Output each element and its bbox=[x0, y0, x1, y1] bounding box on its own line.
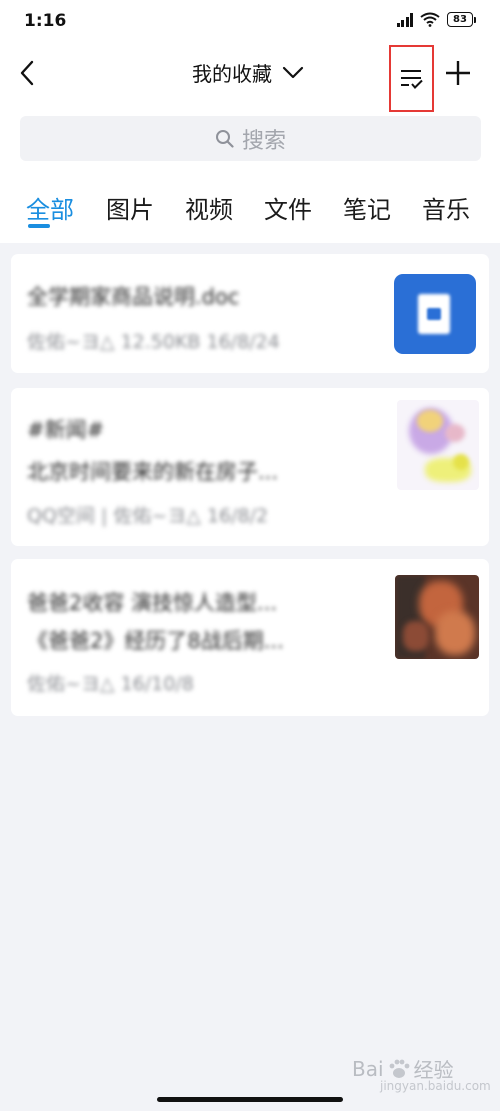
signal-icon bbox=[396, 12, 413, 27]
status-time: 1:16 bbox=[24, 11, 67, 31]
tab-all[interactable]: 全部 bbox=[26, 190, 74, 225]
tab-videos[interactable]: 视频 bbox=[185, 190, 233, 225]
photo-image bbox=[395, 575, 479, 659]
word-document-icon bbox=[394, 274, 476, 354]
home-indicator[interactable] bbox=[157, 1097, 343, 1102]
item-meta: 佐佑~ヨ△ 16/10/8 bbox=[27, 673, 194, 695]
tab-files[interactable]: 文件 bbox=[264, 190, 312, 225]
item-title: 爸爸2收容 演技惊人造型... bbox=[27, 591, 278, 615]
item-meta: QQ空间 | 佐佑~ヨ△ 16/8/2 bbox=[27, 505, 269, 527]
page-title: 我的收藏 bbox=[192, 62, 272, 86]
chevron-down-icon bbox=[282, 66, 304, 78]
paw-logo-icon bbox=[389, 1059, 409, 1078]
item-subtitle: 北京时间要来的新在房子... bbox=[27, 460, 279, 484]
tab-images[interactable]: 图片 bbox=[106, 190, 154, 225]
favorite-item[interactable]: 全学期家商品说明.doc 佐佑~ヨ△ 12.50KB 16/8/24 bbox=[11, 254, 489, 373]
status-icons: 83 bbox=[396, 12, 476, 27]
search-placeholder: 搜索 bbox=[241, 128, 286, 154]
title-dropdown[interactable]: 我的收藏 bbox=[192, 58, 304, 87]
wifi-icon bbox=[420, 12, 440, 27]
filter-list-icon bbox=[400, 69, 423, 89]
favorite-item[interactable]: #新闻# 北京时间要来的新在房子... QQ空间 | 佐佑~ヨ△ 16/8/2 bbox=[11, 388, 489, 546]
favorite-item[interactable]: 爸爸2收容 演技惊人造型... 《爸爸2》经历了8战后期... 佐佑~ヨ△ 16… bbox=[11, 559, 489, 716]
search-bar[interactable]: 搜索 bbox=[20, 116, 481, 161]
battery-icon: 83 bbox=[447, 12, 476, 27]
battery-level: 83 bbox=[447, 12, 473, 27]
search-icon bbox=[215, 130, 234, 148]
back-button[interactable] bbox=[12, 56, 42, 90]
plus-icon bbox=[446, 61, 470, 85]
chevron-left-icon bbox=[20, 60, 34, 86]
watermark-brand: Bai bbox=[352, 1056, 384, 1081]
category-tabs: 全部 图片 视频 文件 笔记 音乐 bbox=[0, 190, 500, 234]
active-tab-indicator bbox=[28, 224, 50, 228]
status-bar: 1:16 83 bbox=[0, 0, 500, 40]
item-title: 全学期家商品说明.doc bbox=[27, 285, 240, 309]
item-title: #新闻# bbox=[27, 418, 105, 442]
item-meta: 佐佑~ヨ△ 12.50KB 16/8/24 bbox=[27, 331, 280, 353]
sort-filter-button[interactable] bbox=[389, 45, 434, 112]
cartoon-image bbox=[397, 400, 479, 490]
add-button[interactable] bbox=[443, 58, 473, 88]
tab-notes[interactable]: 笔记 bbox=[343, 190, 391, 225]
tab-music[interactable]: 音乐 bbox=[422, 190, 470, 225]
watermark-url: jingyan.baidu.com bbox=[380, 1079, 491, 1093]
item-subtitle: 《爸爸2》经历了8战后期... bbox=[27, 629, 284, 653]
